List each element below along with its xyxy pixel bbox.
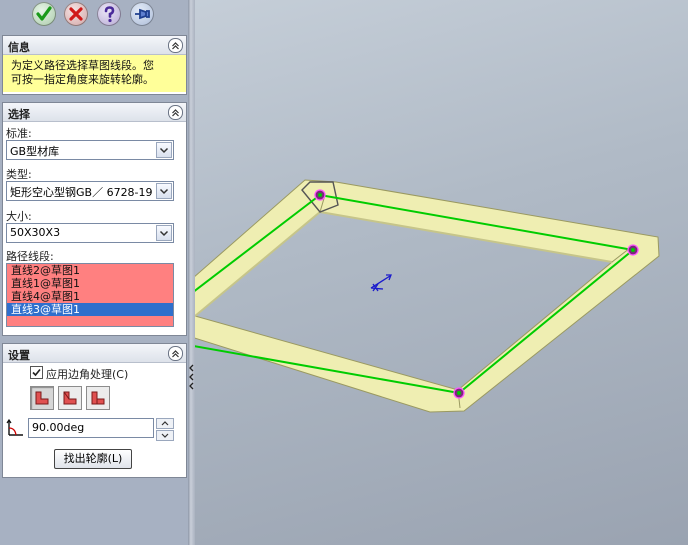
type-value: 矩形空心型钢GB／ 6728-198 xyxy=(10,186,152,199)
selection-header[interactable]: 选择 xyxy=(3,103,186,122)
list-item[interactable]: 直线1@草图1 xyxy=(7,277,173,290)
collapse-icon[interactable] xyxy=(168,346,183,361)
corner-butt-icon xyxy=(91,391,105,405)
pushpin-icon xyxy=(135,8,150,20)
list-item[interactable]: 直线2@草图1 xyxy=(7,264,173,277)
origin-icon xyxy=(370,274,392,292)
type-select[interactable]: 矩形空心型钢GB／ 6728-198 xyxy=(6,181,174,201)
collapse-icon[interactable] xyxy=(168,38,183,53)
x-icon xyxy=(69,7,83,21)
angle-icon xyxy=(6,418,23,436)
chevron-down-icon[interactable] xyxy=(156,142,172,158)
graphics-viewport[interactable] xyxy=(195,0,688,545)
info-header[interactable]: 信息 xyxy=(3,36,186,55)
chevron-down-icon[interactable] xyxy=(156,225,172,241)
type-label: 类型: xyxy=(6,168,32,181)
splitter-arrows-icon[interactable] xyxy=(188,362,195,392)
standard-value: GB型材库 xyxy=(10,145,60,158)
info-line-2: 可按一指定角度来旋转轮廓。 xyxy=(11,73,154,86)
corner-miter-button[interactable] xyxy=(58,386,82,410)
property-manager-panel: 信息 为定义路径选择草图线段。您 可按一指定角度来旋转轮廓。 选择 标准: GB… xyxy=(0,0,188,545)
settings-header[interactable]: 设置 xyxy=(3,344,186,363)
locate-profile-button[interactable]: 找出轮廓(L) xyxy=(54,449,132,469)
corner-end-trim-button[interactable] xyxy=(30,386,54,410)
selection-title: 选择 xyxy=(8,108,30,121)
chevron-down-icon[interactable] xyxy=(156,183,172,199)
corner-miter-icon xyxy=(63,391,77,405)
cancel-button[interactable] xyxy=(64,2,88,26)
size-select[interactable]: 50X30X3 xyxy=(6,223,174,243)
weldment-frame-model[interactable] xyxy=(195,0,688,545)
apply-corner-label[interactable]: 应用边角处理(C) xyxy=(46,366,128,382)
size-value: 50X30X3 xyxy=(10,226,61,239)
info-line-1: 为定义路径选择草图线段。您 xyxy=(11,59,154,72)
angle-spinner[interactable] xyxy=(156,418,174,441)
help-button[interactable] xyxy=(97,2,121,26)
ok-button[interactable] xyxy=(32,2,56,26)
collapse-icon[interactable] xyxy=(168,105,183,120)
info-message: 为定义路径选择草图线段。您 可按一指定角度来旋转轮廓。 xyxy=(3,55,186,92)
rotation-angle-value: 90.00deg xyxy=(32,421,85,434)
list-item-selected[interactable]: 直线3@草图1 xyxy=(7,303,173,316)
size-label: 大小: xyxy=(6,210,32,223)
apply-corner-checkbox[interactable] xyxy=(30,366,43,379)
path-label: 路径线段: xyxy=(6,250,54,263)
settings-title: 设置 xyxy=(8,349,30,362)
corner-butt-button[interactable] xyxy=(86,386,110,410)
panel-splitter[interactable] xyxy=(188,0,195,545)
check-icon xyxy=(36,6,52,21)
standard-label: 标准: xyxy=(6,127,32,140)
standard-select[interactable]: GB型材库 xyxy=(6,140,174,160)
corner-trim-icon xyxy=(35,391,49,405)
spin-up-icon[interactable] xyxy=(156,418,174,429)
rotation-angle-input[interactable]: 90.00deg xyxy=(28,418,154,438)
spin-down-icon[interactable] xyxy=(156,430,174,441)
pushpin-button[interactable] xyxy=(130,2,154,26)
info-title: 信息 xyxy=(8,41,30,54)
path-segments-list[interactable]: 直线2@草图1 直线1@草图1 直线4@草图1 直线3@草图1 xyxy=(6,263,174,327)
question-icon xyxy=(104,6,115,23)
info-section: 信息 为定义路径选择草图线段。您 可按一指定角度来旋转轮廓。 xyxy=(2,35,187,95)
list-item[interactable]: 直线4@草图1 xyxy=(7,290,173,303)
